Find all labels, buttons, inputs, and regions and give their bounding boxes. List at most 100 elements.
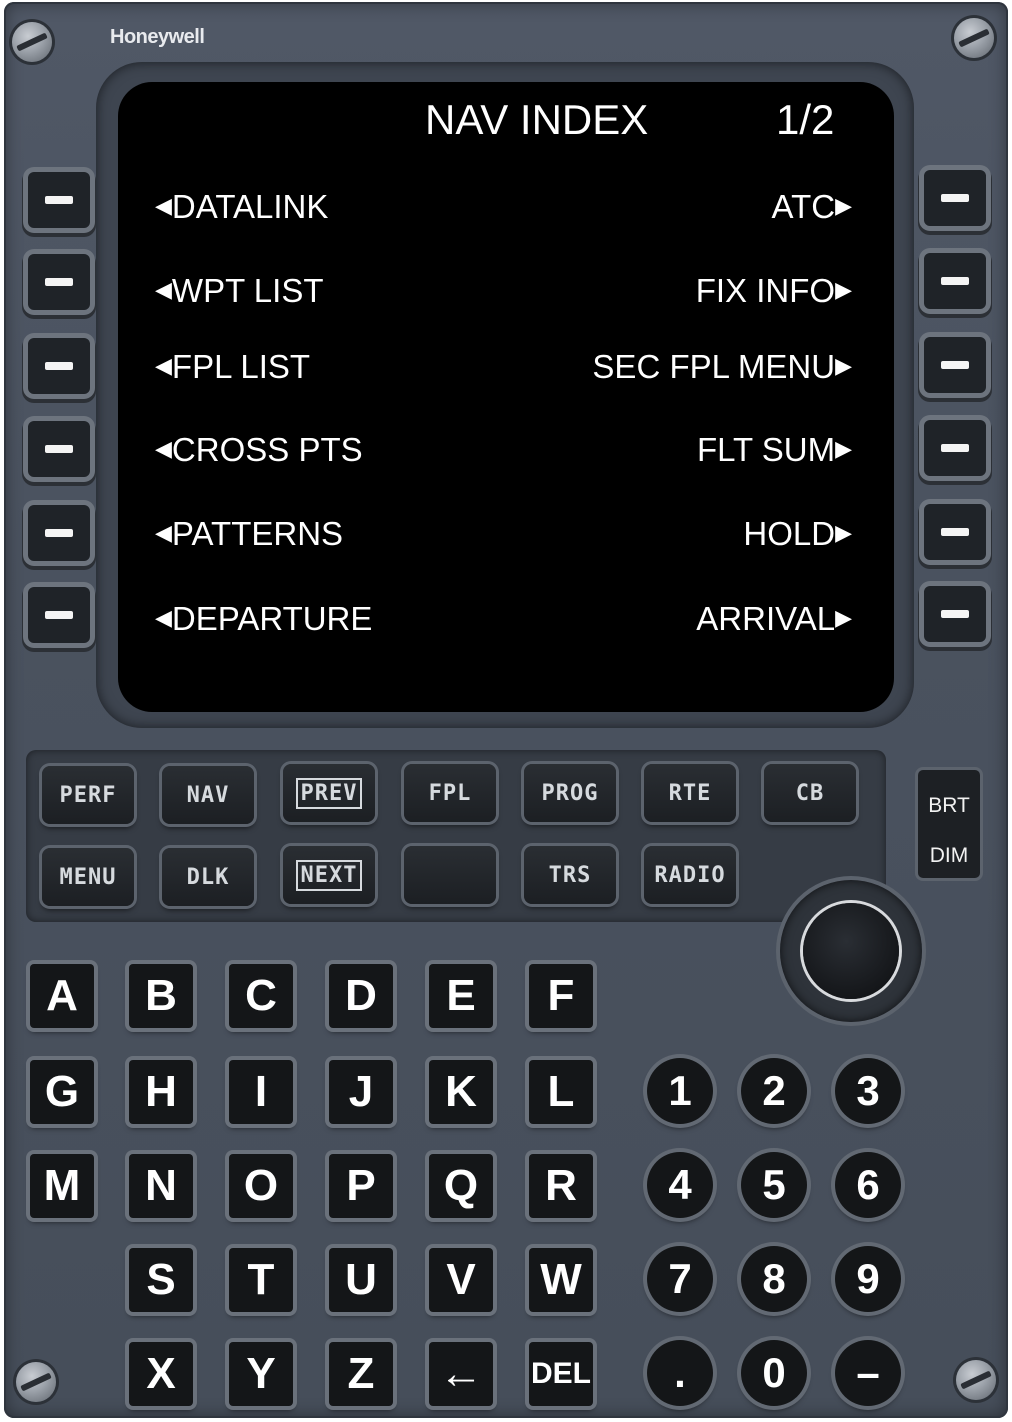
key-7[interactable]: 7 bbox=[647, 1246, 713, 1312]
key-9[interactable]: 9 bbox=[835, 1246, 901, 1312]
left-arrow-icon: ◀ bbox=[155, 605, 172, 631]
left-arrow-icon: ◀ bbox=[155, 436, 172, 462]
key-o[interactable]: O bbox=[229, 1154, 293, 1218]
key-k[interactable]: K bbox=[429, 1060, 493, 1124]
minus-key[interactable]: – bbox=[835, 1340, 901, 1406]
trs-key[interactable]: TRS bbox=[524, 846, 616, 904]
lsk-right-5[interactable] bbox=[924, 504, 986, 560]
right-arrow-icon: ▶ bbox=[835, 277, 852, 303]
lsk-left-3[interactable] bbox=[28, 338, 90, 394]
screw-top-right bbox=[954, 18, 994, 58]
lsk-right-1[interactable] bbox=[924, 170, 986, 226]
lsk-right-4[interactable] bbox=[924, 420, 986, 476]
nav-key[interactable]: NAV bbox=[162, 766, 254, 824]
key-w[interactable]: W bbox=[529, 1248, 593, 1312]
screen-label-left-2: ◀WPT LIST bbox=[155, 272, 324, 309]
prev-key[interactable]: PREV bbox=[283, 764, 375, 822]
screw-top-left bbox=[12, 22, 52, 62]
lsk-left-1[interactable] bbox=[28, 172, 90, 228]
key-4[interactable]: 4 bbox=[647, 1152, 713, 1218]
key-t[interactable]: T bbox=[229, 1248, 293, 1312]
right-arrow-icon: ▶ bbox=[835, 193, 852, 219]
screen-label-right-1: ATC▶ bbox=[771, 188, 852, 225]
brightness-knob[interactable] bbox=[780, 880, 922, 1022]
key-v[interactable]: V bbox=[429, 1248, 493, 1312]
next-key[interactable]: NEXT bbox=[283, 846, 375, 904]
screen-label-left-4: ◀CROSS PTS bbox=[155, 431, 363, 468]
key-z[interactable]: Z bbox=[329, 1342, 393, 1406]
fpl-key[interactable]: FPL bbox=[404, 764, 496, 822]
right-arrow-icon: ▶ bbox=[835, 605, 852, 631]
bright-label[interactable]: BRT bbox=[918, 794, 980, 818]
left-arrow-icon: ◀ bbox=[155, 193, 172, 219]
screen-label-right-5: HOLD▶ bbox=[743, 515, 852, 552]
lsk-right-2[interactable] bbox=[924, 253, 986, 309]
right-arrow-icon: ▶ bbox=[835, 353, 852, 379]
key-q[interactable]: Q bbox=[429, 1154, 493, 1218]
page-number: 1/2 bbox=[776, 96, 835, 143]
key-g[interactable]: G bbox=[30, 1060, 94, 1124]
lsk-left-4[interactable] bbox=[28, 421, 90, 477]
screen-label-right-2: FIX INFO▶ bbox=[695, 272, 852, 309]
prog-key[interactable]: PROG bbox=[524, 764, 616, 822]
key-b[interactable]: B bbox=[129, 964, 193, 1028]
backspace-key[interactable]: ← bbox=[429, 1342, 493, 1406]
key-c[interactable]: C bbox=[229, 964, 293, 1028]
knob-cap[interactable] bbox=[803, 903, 899, 999]
brightness-rocker[interactable]: BRT DIM bbox=[918, 770, 980, 878]
screen-label-left-1: ◀DATALINK bbox=[155, 188, 329, 225]
key-p[interactable]: P bbox=[329, 1154, 393, 1218]
menu-key[interactable]: MENU bbox=[42, 848, 134, 906]
key-1[interactable]: 1 bbox=[647, 1058, 713, 1124]
key-x[interactable]: X bbox=[129, 1342, 193, 1406]
key-f[interactable]: F bbox=[529, 964, 593, 1028]
cb-key[interactable]: CB bbox=[764, 764, 856, 822]
left-arrow-icon: ◀ bbox=[155, 520, 172, 546]
key-l[interactable]: L bbox=[529, 1060, 593, 1124]
blank-key[interactable] bbox=[404, 846, 496, 904]
lsk-left-6[interactable] bbox=[28, 587, 90, 643]
left-arrow-icon: ◀ bbox=[155, 353, 172, 379]
key-8[interactable]: 8 bbox=[741, 1246, 807, 1312]
perf-key[interactable]: PERF bbox=[42, 766, 134, 824]
radio-key[interactable]: RADIO bbox=[644, 846, 736, 904]
lsk-right-6[interactable] bbox=[924, 586, 986, 642]
screen-label-right-6: ARRIVAL▶ bbox=[696, 600, 852, 637]
dim-label[interactable]: DIM bbox=[918, 844, 980, 868]
lsk-left-2[interactable] bbox=[28, 254, 90, 310]
key-m[interactable]: M bbox=[30, 1154, 94, 1218]
dlk-key[interactable]: DLK bbox=[162, 848, 254, 906]
key-a[interactable]: A bbox=[30, 964, 94, 1028]
key-2[interactable]: 2 bbox=[741, 1058, 807, 1124]
screen-label-left-6: ◀DEPARTURE bbox=[155, 600, 373, 637]
brand-logo: Honeywell bbox=[110, 26, 205, 48]
key-u[interactable]: U bbox=[329, 1248, 393, 1312]
key-y[interactable]: Y bbox=[229, 1342, 293, 1406]
key-i[interactable]: I bbox=[229, 1060, 293, 1124]
key-r[interactable]: R bbox=[529, 1154, 593, 1218]
key-s[interactable]: S bbox=[129, 1248, 193, 1312]
key-e[interactable]: E bbox=[429, 964, 493, 1028]
screen-label-right-3: SEC FPL MENU▶ bbox=[592, 348, 852, 385]
key-3[interactable]: 3 bbox=[835, 1058, 901, 1124]
key-h[interactable]: H bbox=[129, 1060, 193, 1124]
screen-label-left-5: ◀PATTERNS bbox=[155, 515, 344, 552]
page-title: NAV INDEX bbox=[425, 96, 649, 143]
key-0[interactable]: 0 bbox=[741, 1340, 807, 1406]
key-d[interactable]: D bbox=[329, 964, 393, 1028]
lsk-right-3[interactable] bbox=[924, 337, 986, 393]
screen-label-left-3: ◀FPL LIST bbox=[155, 348, 311, 385]
key-j[interactable]: J bbox=[329, 1060, 393, 1124]
lsk-left-5[interactable] bbox=[28, 505, 90, 561]
delete-key[interactable]: DEL bbox=[529, 1342, 593, 1406]
screen-label-right-4: FLT SUM▶ bbox=[696, 431, 852, 468]
right-arrow-icon: ▶ bbox=[835, 436, 852, 462]
right-arrow-icon: ▶ bbox=[835, 520, 852, 546]
screw-bottom-right bbox=[956, 1360, 996, 1400]
key-n[interactable]: N bbox=[129, 1154, 193, 1218]
rte-key[interactable]: RTE bbox=[644, 764, 736, 822]
left-arrow-icon: ◀ bbox=[155, 277, 172, 303]
key-6[interactable]: 6 bbox=[835, 1152, 901, 1218]
key-5[interactable]: 5 bbox=[741, 1152, 807, 1218]
decimal-key[interactable]: . bbox=[647, 1340, 713, 1406]
